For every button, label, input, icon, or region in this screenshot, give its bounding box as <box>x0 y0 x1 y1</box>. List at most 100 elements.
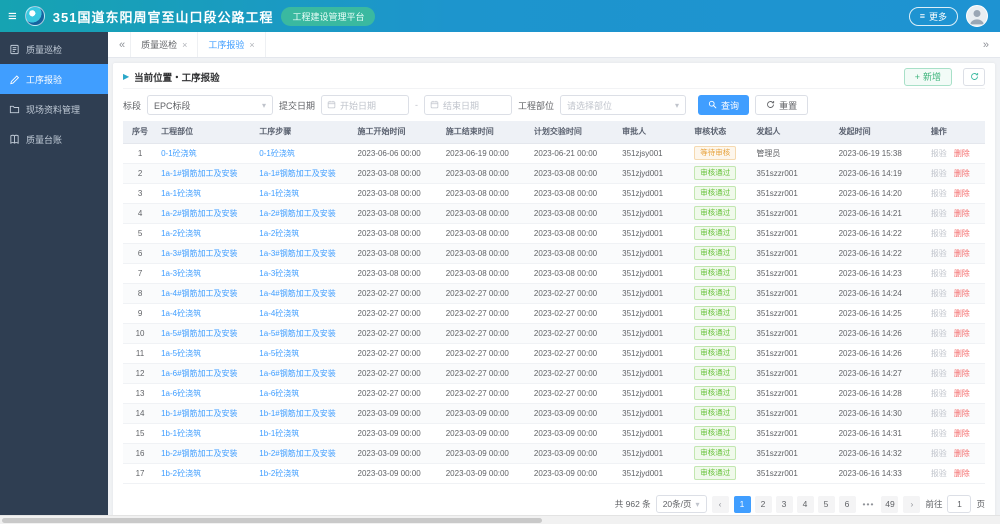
report-action[interactable]: 报验 <box>931 269 947 278</box>
close-icon[interactable]: × <box>182 40 187 50</box>
report-action[interactable]: 报验 <box>931 209 947 218</box>
step-link[interactable]: 1a-2#钢筋加工及安装 <box>259 209 335 218</box>
delete-action[interactable]: 删除 <box>954 389 970 398</box>
report-action[interactable]: 报验 <box>931 189 947 198</box>
step-link[interactable]: 1b-1砼浇筑 <box>259 429 299 438</box>
delete-action[interactable]: 删除 <box>954 449 970 458</box>
search-button[interactable]: 查询 <box>698 95 750 115</box>
step-link[interactable]: 1a-5砼浇筑 <box>259 349 299 358</box>
part-link[interactable]: 1a-3#钢筋加工及安装 <box>161 249 237 258</box>
step-link[interactable]: 0-1砼浇筑 <box>259 149 295 158</box>
part-link[interactable]: 1a-1砼浇筑 <box>161 189 201 198</box>
step-link[interactable]: 1a-3#钢筋加工及安装 <box>259 249 335 258</box>
step-link[interactable]: 1a-6#钢筋加工及安装 <box>259 369 335 378</box>
part-link[interactable]: 1a-3砼浇筑 <box>161 269 201 278</box>
page-button-5[interactable]: 5 <box>817 495 835 513</box>
delete-action[interactable]: 删除 <box>954 229 970 238</box>
part-link[interactable]: 1a-4#钢筋加工及安装 <box>161 289 237 298</box>
sidebar-item-quality-inspection[interactable]: 质量巡检 <box>0 34 108 64</box>
report-action[interactable]: 报验 <box>931 409 947 418</box>
delete-action[interactable]: 删除 <box>954 429 970 438</box>
report-action[interactable]: 报验 <box>931 369 947 378</box>
step-link[interactable]: 1a-1砼浇筑 <box>259 189 299 198</box>
delete-action[interactable]: 删除 <box>954 289 970 298</box>
page-button-2[interactable]: 2 <box>754 495 772 513</box>
sidebar-item-site-documents[interactable]: 现场资料管理 <box>0 94 108 124</box>
delete-action[interactable]: 删除 <box>954 189 970 198</box>
report-action[interactable]: 报验 <box>931 389 947 398</box>
step-link[interactable]: 1b-2#钢筋加工及安装 <box>259 449 335 458</box>
page-size-select[interactable]: 20条/页 ▾ <box>655 495 707 513</box>
delete-action[interactable]: 删除 <box>954 249 970 258</box>
next-page-button[interactable]: › <box>903 495 921 513</box>
page-button-3[interactable]: 3 <box>775 495 793 513</box>
step-link[interactable]: 1a-4#钢筋加工及安装 <box>259 289 335 298</box>
section-select[interactable]: EPC标段 ▾ <box>147 95 274 115</box>
part-link[interactable]: 0-1砼浇筑 <box>161 149 197 158</box>
delete-action[interactable]: 删除 <box>954 369 970 378</box>
end-date-input[interactable]: 结束日期 <box>424 95 513 115</box>
report-action[interactable]: 报验 <box>931 469 947 478</box>
horizontal-scrollbar[interactable] <box>0 515 1000 524</box>
report-action[interactable]: 报验 <box>931 229 947 238</box>
add-button[interactable]: + 新增 <box>903 67 952 86</box>
report-action[interactable]: 报验 <box>931 169 947 178</box>
page-button-1[interactable]: 1 <box>733 495 751 513</box>
delete-action[interactable]: 删除 <box>954 209 970 218</box>
step-link[interactable]: 1a-5#钢筋加工及安装 <box>259 329 335 338</box>
part-link[interactable]: 1a-5砼浇筑 <box>161 349 201 358</box>
part-link[interactable]: 1a-2砼浇筑 <box>161 229 201 238</box>
tabs-scroll-left-icon[interactable]: « <box>114 39 130 51</box>
delete-action[interactable]: 删除 <box>954 169 970 178</box>
start-date-input[interactable]: 开始日期 <box>321 95 410 115</box>
scrollbar-thumb[interactable] <box>2 518 542 523</box>
part-link[interactable]: 1b-2砼浇筑 <box>161 469 201 478</box>
part-link[interactable]: 1b-1#钢筋加工及安装 <box>161 409 237 418</box>
delete-action[interactable]: 删除 <box>954 469 970 478</box>
report-action[interactable]: 报验 <box>931 249 947 258</box>
part-link[interactable]: 1b-1砼浇筑 <box>161 429 201 438</box>
part-link[interactable]: 1a-2#钢筋加工及安装 <box>161 209 237 218</box>
step-link[interactable]: 1b-1#钢筋加工及安装 <box>259 409 335 418</box>
refresh-button[interactable] <box>963 67 985 86</box>
step-link[interactable]: 1a-6砼浇筑 <box>259 389 299 398</box>
report-action[interactable]: 报验 <box>931 429 947 438</box>
page-button-6[interactable]: 6 <box>838 495 856 513</box>
sidebar-item-quality-ledger[interactable]: 质量台账 <box>0 124 108 154</box>
report-action[interactable]: 报验 <box>931 329 947 338</box>
delete-action[interactable]: 删除 <box>954 269 970 278</box>
part-link[interactable]: 1b-2#钢筋加工及安装 <box>161 449 237 458</box>
report-action[interactable]: 报验 <box>931 289 947 298</box>
reset-button[interactable]: 重置 <box>755 95 809 115</box>
part-link[interactable]: 1a-5#钢筋加工及安装 <box>161 329 237 338</box>
report-action[interactable]: 报验 <box>931 449 947 458</box>
delete-action[interactable]: 删除 <box>954 149 970 158</box>
part-select[interactable]: 请选择部位 ▾ <box>560 95 687 115</box>
part-link[interactable]: 1a-4砼浇筑 <box>161 309 201 318</box>
avatar[interactable] <box>966 5 988 27</box>
delete-action[interactable]: 删除 <box>954 329 970 338</box>
part-link[interactable]: 1a-6砼浇筑 <box>161 389 201 398</box>
delete-action[interactable]: 删除 <box>954 309 970 318</box>
part-link[interactable]: 1a-6#钢筋加工及安装 <box>161 369 237 378</box>
sidebar-item-process-inspection[interactable]: 工序报验 <box>0 64 108 94</box>
report-action[interactable]: 报验 <box>931 149 947 158</box>
page-button-49[interactable]: 49 <box>881 495 899 513</box>
step-link[interactable]: 1a-3砼浇筑 <box>259 269 299 278</box>
step-link[interactable]: 1a-4砼浇筑 <box>259 309 299 318</box>
step-link[interactable]: 1b-2砼浇筑 <box>259 469 299 478</box>
menu-toggle-icon[interactable]: ≡ <box>8 9 17 24</box>
report-action[interactable]: 报验 <box>931 349 947 358</box>
tab-quality-inspection[interactable]: 质量巡检 × <box>130 32 199 57</box>
tabs-scroll-right-icon[interactable]: » <box>978 39 994 51</box>
prev-page-button[interactable]: ‹ <box>711 495 729 513</box>
tab-process-inspection[interactable]: 工序报验 × <box>198 32 266 57</box>
page-button-4[interactable]: 4 <box>796 495 814 513</box>
goto-page-input[interactable] <box>947 495 972 513</box>
step-link[interactable]: 1a-1#钢筋加工及安装 <box>259 169 335 178</box>
close-icon[interactable]: × <box>249 40 254 50</box>
step-link[interactable]: 1a-2砼浇筑 <box>259 229 299 238</box>
delete-action[interactable]: 删除 <box>954 409 970 418</box>
part-link[interactable]: 1a-1#钢筋加工及安装 <box>161 169 237 178</box>
more-button[interactable]: ≡ 更多 <box>908 6 958 26</box>
